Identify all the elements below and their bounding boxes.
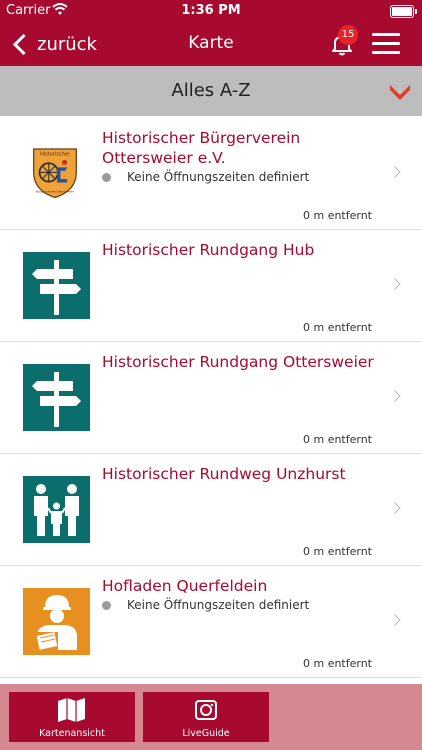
battery-icon	[390, 5, 417, 18]
filter-label: Alles A-Z	[171, 80, 251, 101]
signpost-icon	[23, 364, 90, 431]
signpost-icon	[23, 252, 90, 319]
map-icon	[58, 698, 85, 722]
status-text: Keine Öffnungszeiten definiert	[127, 598, 310, 612]
map-view-button[interactable]: Kartenansicht	[9, 692, 135, 742]
chevron-right-icon	[389, 614, 401, 626]
distance-label: 0 m entfernt	[302, 657, 372, 670]
chevron-left-icon	[12, 33, 35, 55]
item-title: Historischer Rundgang Ottersweier	[102, 353, 374, 371]
opening-hours-status: Keine Öffnungszeiten definiert	[102, 170, 309, 184]
list-item[interactable]: Hofladen Querfeldein Keine Öffnungszeite…	[0, 566, 422, 678]
live-guide-button[interactable]: LiveGuide	[143, 692, 269, 742]
navigation-bar: zurück Karte 15	[0, 22, 422, 66]
item-title: Hofladen Querfeldein	[102, 577, 268, 595]
worker-icon	[23, 588, 90, 655]
bottom-toolbar: Kartenansicht LiveGuide	[0, 684, 422, 750]
list-item[interactable]: Historischer Bürgerverein Ottersweier Hi…	[0, 118, 422, 230]
opening-hours-status: Keine Öffnungszeiten definiert	[102, 598, 309, 612]
distance-label: 0 m entfernt	[302, 209, 372, 222]
status-dot	[102, 172, 111, 182]
notification-badge: 15	[338, 25, 358, 45]
status-bar: Carrier 1:36 PM	[0, 0, 422, 22]
status-dot	[102, 600, 111, 610]
menu-line	[372, 33, 400, 36]
back-button[interactable]: zurück	[10, 30, 97, 58]
list-item[interactable]: Historischer Rundgang Ottersweier 0 m en…	[0, 342, 422, 454]
chevron-right-icon	[389, 166, 401, 178]
status-text: Keine Öffnungszeiten definiert	[127, 170, 310, 184]
poi-list: Historischer Bürgerverein Ottersweier Hi…	[0, 118, 422, 678]
menu-line	[372, 51, 400, 54]
item-title: Historischer Bürgerverein Ottersweier e.…	[102, 129, 301, 167]
list-item[interactable]: Historischer Rundgang Hub 0 m entfernt	[0, 230, 422, 342]
menu-button[interactable]	[372, 33, 400, 55]
chevron-right-icon	[389, 502, 401, 514]
family-icon	[23, 476, 90, 543]
back-label: zurück	[37, 33, 97, 55]
item-title: Historischer Rundgang Hub	[102, 241, 315, 259]
menu-line	[372, 42, 400, 45]
filter-dropdown[interactable]: Alles A-Z	[0, 66, 422, 116]
live-guide-label: LiveGuide	[182, 728, 230, 739]
association-logo-icon: Historischer Bürgerverein Ottersweier	[33, 148, 77, 199]
clock: 1:36 PM	[181, 3, 241, 18]
distance-label: 0 m entfernt	[302, 433, 372, 446]
map-view-label: Kartenansicht	[39, 728, 105, 739]
chevron-right-icon	[389, 278, 401, 290]
camera-icon	[195, 700, 217, 720]
chevron-down-icon	[390, 85, 410, 100]
logo-text: Bürgerverein Ottersweier	[36, 189, 75, 193]
chevron-right-icon	[389, 390, 401, 402]
distance-label: 0 m entfernt	[302, 545, 372, 558]
distance-label: 0 m entfernt	[302, 321, 372, 334]
list-item[interactable]: Historischer Rundweg Unzhurst 0 m entfer…	[0, 454, 422, 566]
item-title: Historischer Rundweg Unzhurst	[102, 465, 346, 483]
logo-text: Historischer	[40, 152, 71, 158]
